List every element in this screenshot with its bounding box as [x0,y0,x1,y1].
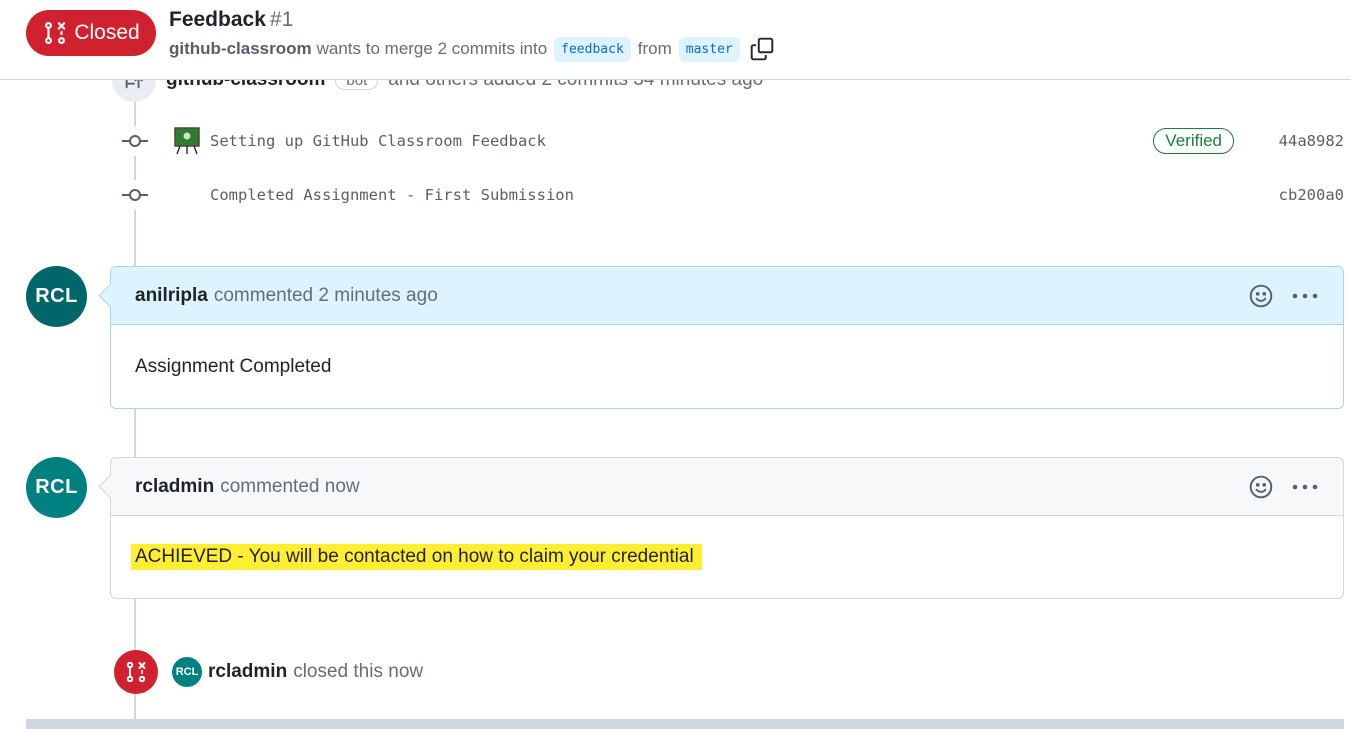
pr-closed-icon [45,21,66,45]
avatar[interactable]: RCL [26,457,87,518]
smiley-icon[interactable] [1247,282,1275,310]
classroom-avatar-icon[interactable] [174,127,200,155]
commit-message-link[interactable]: Setting up GitHub Classroom Feedback [210,132,1153,150]
comment-header: anilripla commented 2 minutes ago [111,267,1343,325]
pr-state-label: Closed [74,21,140,44]
git-commit-icon [118,180,152,210]
comment-meta[interactable]: commented now [220,476,359,498]
pr-title-text: Feedback [169,8,266,31]
comment-author-link[interactable]: rcladmin [135,476,214,498]
avatar[interactable]: RCL [172,657,202,687]
avatar[interactable]: RCL [26,266,87,327]
comment-body-text: Assignment Completed [135,355,332,377]
comment-body-text: ACHIEVED - You will be contacted on how … [131,544,702,570]
kebab-horizontal-icon[interactable] [1291,473,1319,501]
closed-event-text: closed this now [293,661,424,682]
copy-icon[interactable] [749,36,775,62]
pr-author-link[interactable]: github-classroom [169,39,312,59]
comment-body: ACHIEVED - You will be contacted on how … [111,516,1343,598]
verified-badge[interactable]: Verified [1153,128,1234,154]
head-branch[interactable]: master [678,36,740,62]
closed-by-author-link[interactable]: rcladmin [208,661,287,683]
pr-title: Feedback #1 [169,8,293,32]
pr-merge-text: wants to merge 2 commits into [316,39,548,58]
pr-closed-icon [114,650,158,694]
pr-from-text: from [637,39,672,58]
kebab-horizontal-icon[interactable] [1291,282,1319,310]
comment-card: rcladmin commented now ACHIEVED - You wi… [110,457,1344,599]
git-commit-icon [118,126,152,156]
comment-card: anilripla commented 2 minutes ago Assign… [110,266,1344,409]
base-branch[interactable]: feedback [554,36,631,62]
commit-sha-link[interactable]: cb200a0 [1274,186,1344,204]
smiley-icon[interactable] [1247,473,1275,501]
pr-meta: github-classroom wants to merge 2 commit… [169,36,775,62]
commit-row: Completed Assignment - First Submission … [118,180,1344,210]
commit-avatar-placeholder [174,181,200,209]
closed-event: RCL rcladmin closed this now [114,650,423,694]
pr-header: Closed Feedback #1 github-classroom wants… [0,0,1351,80]
commit-message-link[interactable]: Completed Assignment - First Submission [210,186,1274,204]
pr-state-badge: Closed [26,10,156,56]
timeline-footer-bar [26,719,1344,729]
comment-meta[interactable]: commented 2 minutes ago [214,285,438,307]
pr-number: #1 [269,8,294,31]
comment-body: Assignment Completed [111,325,1343,408]
commit-row: Setting up GitHub Classroom Feedback Ver… [118,126,1344,156]
comment-author-link[interactable]: anilripla [135,285,208,307]
commit-sha-link[interactable]: 44a8982 [1274,132,1344,150]
comment-header: rcladmin commented now [111,458,1343,516]
